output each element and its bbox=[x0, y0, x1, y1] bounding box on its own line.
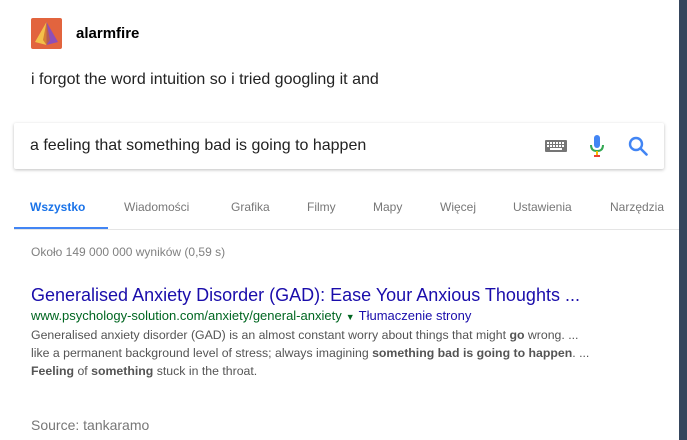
keyboard-icon[interactable] bbox=[545, 140, 567, 152]
tab-wiadomosci[interactable]: Wiadomości bbox=[124, 200, 189, 214]
result-snippet-line-3: Feeling of something stuck in the throat… bbox=[31, 364, 258, 378]
tab-wszystko[interactable]: Wszystko bbox=[30, 200, 85, 214]
search-input[interactable]: a feeling that something bad is going to… bbox=[30, 137, 366, 155]
search-box[interactable]: a feeling that something bad is going to… bbox=[14, 123, 664, 169]
tab-filmy[interactable]: Filmy bbox=[307, 200, 336, 214]
dropdown-arrow-icon[interactable]: ▼ bbox=[346, 312, 355, 322]
tab-narzedzia[interactable]: Narzędzia bbox=[610, 200, 664, 214]
tabs-divider bbox=[14, 229, 679, 230]
search-result: Generalised Anxiety Disorder (GAD): Ease… bbox=[31, 284, 671, 380]
result-url: www.psychology-solution.com/anxiety/gene… bbox=[31, 308, 342, 323]
post-card: alarmfire i forgot the word intuition so… bbox=[0, 0, 679, 440]
post-header: alarmfire bbox=[31, 18, 139, 49]
tab-grafika[interactable]: Grafika bbox=[231, 200, 270, 214]
search-icon[interactable] bbox=[628, 136, 648, 156]
tab-ustawienia[interactable]: Ustawienia bbox=[513, 200, 572, 214]
result-url-line: www.psychology-solution.com/anxiety/gene… bbox=[31, 307, 671, 326]
result-stats: Około 149 000 000 wyników (0,59 s) bbox=[31, 245, 226, 259]
tab-wiecej[interactable]: Więcej bbox=[440, 200, 476, 214]
translate-link[interactable]: Tłumaczenie strony bbox=[359, 308, 472, 323]
pyramid-logo-icon bbox=[35, 22, 58, 45]
avatar[interactable] bbox=[31, 18, 62, 49]
search-tabs: Wszystko Wiadomości Grafika Filmy Mapy W… bbox=[14, 190, 679, 230]
result-title-link[interactable]: Generalised Anxiety Disorder (GAD): Ease… bbox=[31, 284, 671, 306]
post-source[interactable]: Source: tankaramo bbox=[31, 417, 149, 433]
tab-mapy[interactable]: Mapy bbox=[373, 200, 402, 214]
microphone-icon[interactable] bbox=[589, 134, 605, 158]
post-caption: i forgot the word intuition so i tried g… bbox=[31, 71, 379, 88]
result-snippet-line-2: like a permanent background level of str… bbox=[31, 346, 590, 360]
result-snippet-line-1: Generalised anxiety disorder (GAD) is an… bbox=[31, 328, 579, 342]
username[interactable]: alarmfire bbox=[76, 25, 139, 42]
